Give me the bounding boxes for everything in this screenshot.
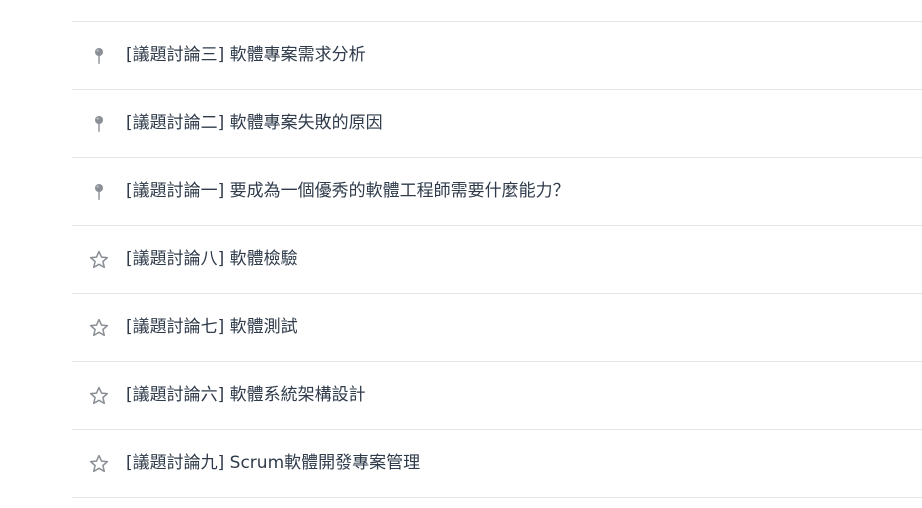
- pushpin-icon[interactable]: [89, 182, 109, 202]
- star-outline-icon[interactable]: [89, 250, 109, 270]
- star-outline-icon[interactable]: [89, 386, 109, 406]
- topic-title-link[interactable]: [議題討論七] 軟體測試: [126, 294, 298, 361]
- discussion-topic-list: [議題討論三] 軟體專案需求分析 [議題討論二] 軟體專案失敗的原因 [議題討論…: [72, 21, 922, 498]
- list-item: [議題討論三] 軟體專案需求分析: [72, 22, 922, 90]
- topic-title-link[interactable]: [議題討論二] 軟體專案失敗的原因: [126, 90, 383, 157]
- topic-title-link[interactable]: [議題討論一] 要成為一個優秀的軟體工程師需要什麼能力？: [126, 158, 570, 225]
- star-outline-icon[interactable]: [89, 454, 109, 474]
- list-item: [議題討論九] Scrum軟體開發專案管理: [72, 430, 922, 498]
- topic-title-link[interactable]: [議題討論六] 軟體系統架構設計: [126, 362, 366, 429]
- list-item: [議題討論六] 軟體系統架構設計: [72, 362, 922, 430]
- list-item: [議題討論二] 軟體專案失敗的原因: [72, 90, 922, 158]
- topic-title-link[interactable]: [議題討論三] 軟體專案需求分析: [126, 22, 366, 89]
- list-item: [議題討論七] 軟體測試: [72, 294, 922, 362]
- pushpin-icon[interactable]: [89, 46, 109, 66]
- topic-title-link[interactable]: [議題討論九] Scrum軟體開發專案管理: [126, 430, 420, 497]
- list-item: [議題討論一] 要成為一個優秀的軟體工程師需要什麼能力？: [72, 158, 922, 226]
- topic-title-link[interactable]: [議題討論八] 軟體檢驗: [126, 226, 298, 293]
- star-outline-icon[interactable]: [89, 318, 109, 338]
- list-item: [議題討論八] 軟體檢驗: [72, 226, 922, 294]
- pushpin-icon[interactable]: [89, 114, 109, 134]
